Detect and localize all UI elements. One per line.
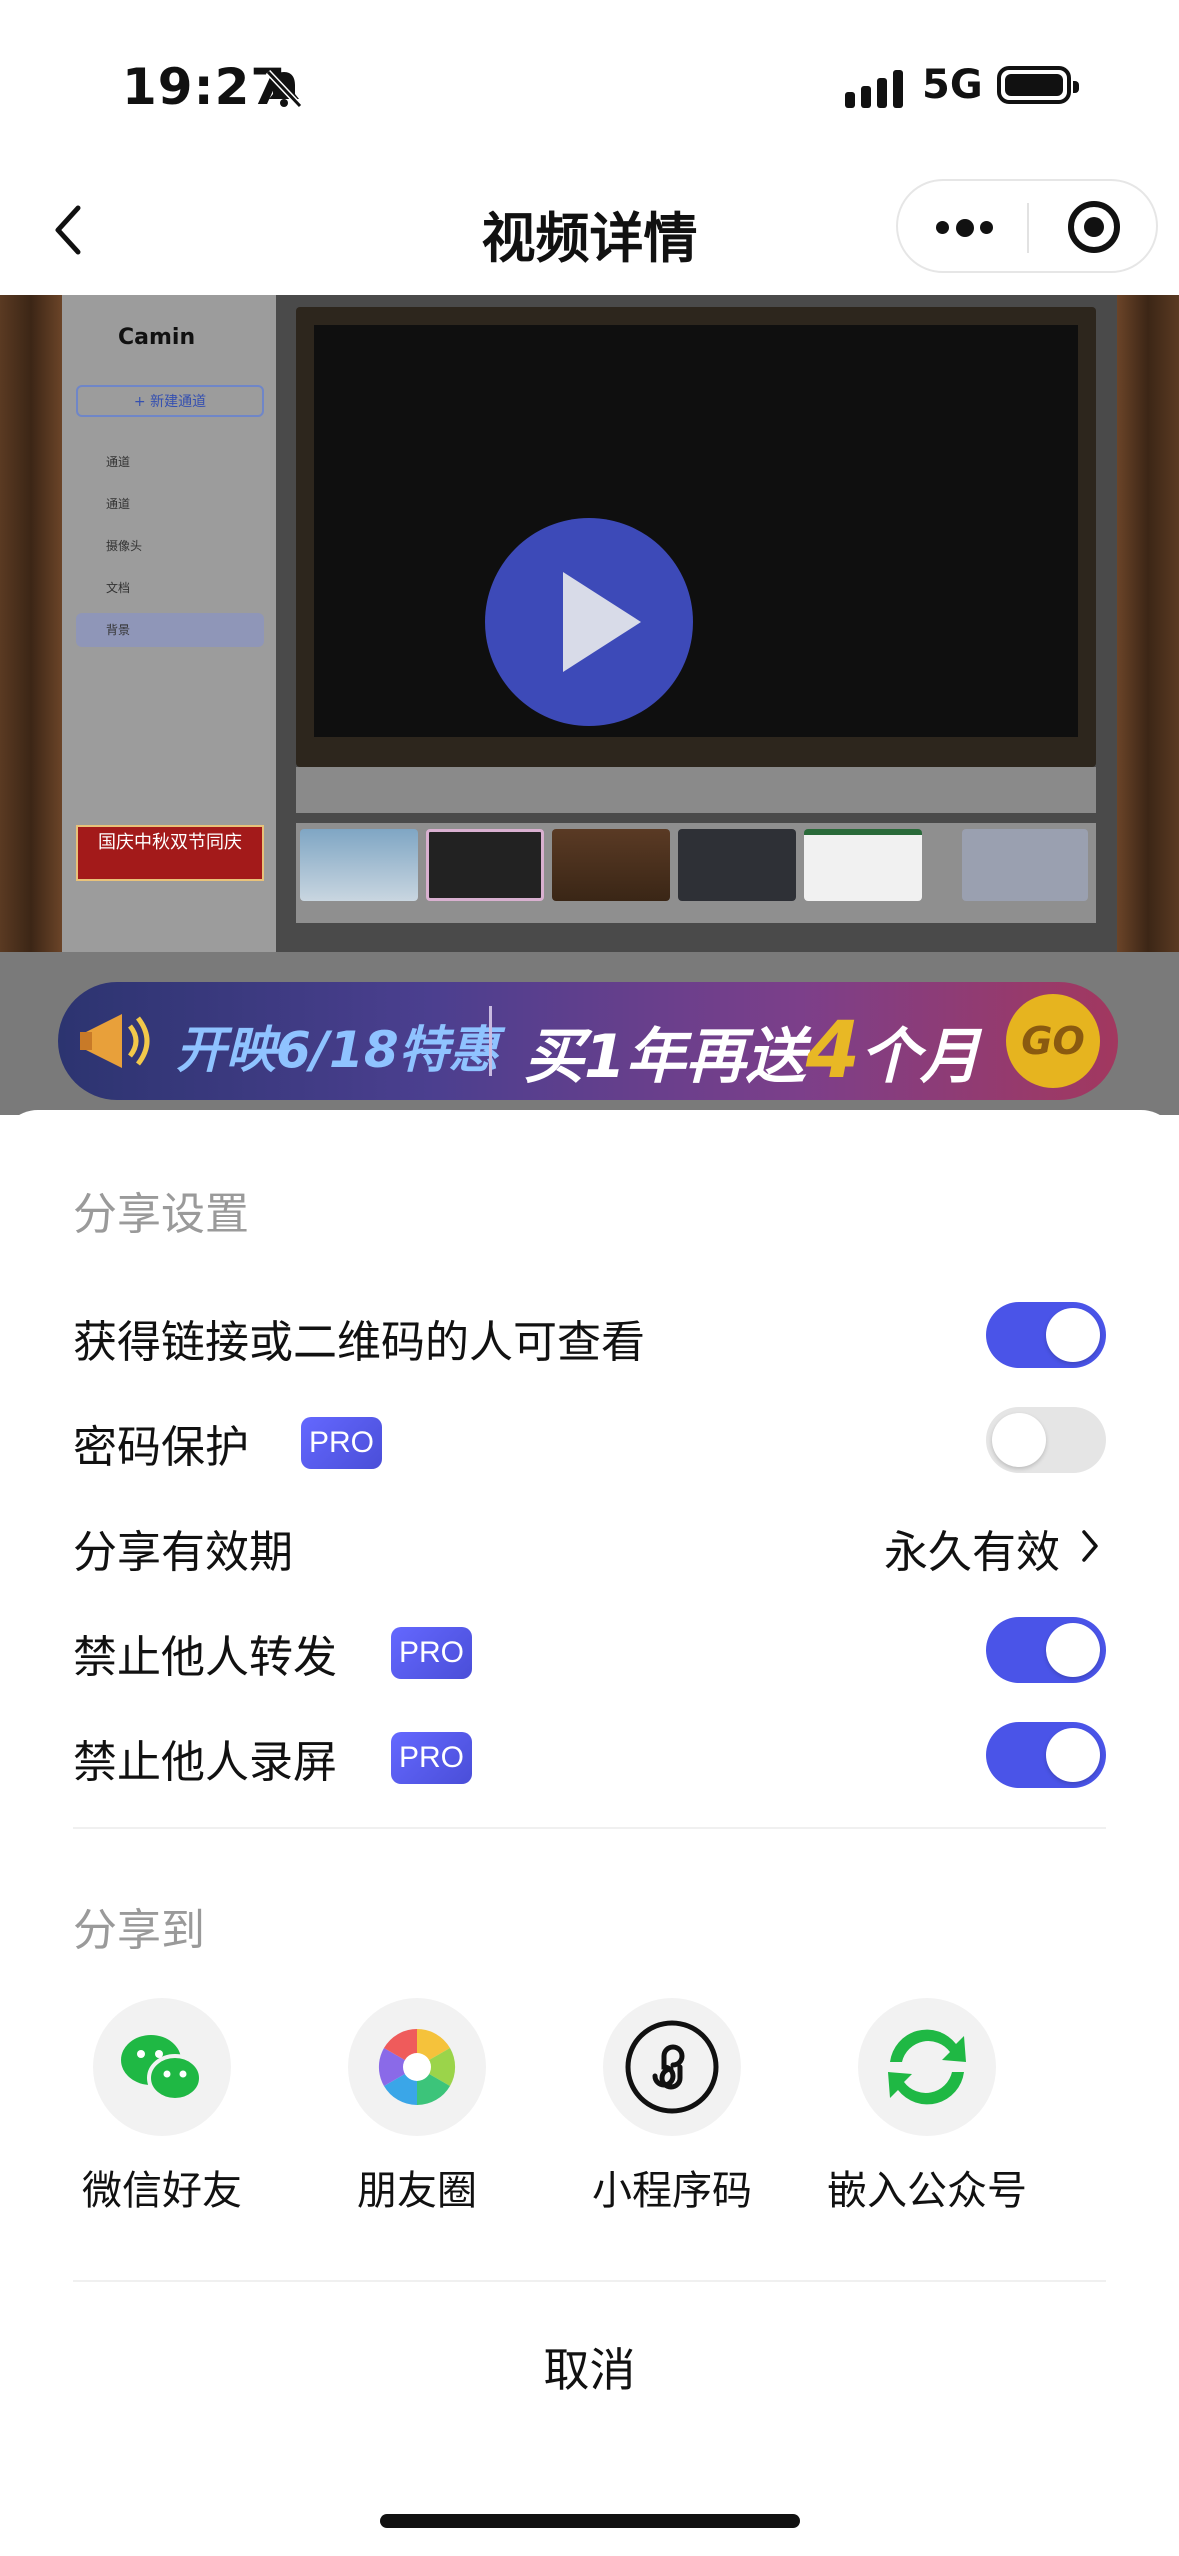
password-label: 密码保护 xyxy=(73,1422,249,1473)
home-indicator xyxy=(380,2514,800,2528)
share-label: 微信好友 xyxy=(82,2168,242,2214)
cancel-button[interactable]: 取消 xyxy=(0,2330,1179,2410)
no-forward-label: 禁止他人转发 xyxy=(73,1632,337,1683)
promo-offer-number: 4 xyxy=(805,1006,861,1096)
battery-icon xyxy=(997,66,1079,104)
no-forward-toggle[interactable] xyxy=(986,1617,1106,1683)
video-frame-logo: Camin xyxy=(118,325,196,350)
share-miniprogram-code[interactable]: 小程序码 xyxy=(562,1998,782,2238)
pro-badge: PRO xyxy=(301,1417,382,1469)
video-frame-item: 通道 xyxy=(106,497,131,511)
close-mini-program-icon[interactable] xyxy=(1068,201,1120,253)
official-account-icon xyxy=(888,2029,966,2105)
no-record-row: 禁止他人录屏 PRO xyxy=(73,1716,1106,1796)
video-frame-banner: 国庆中秋双节同庆 xyxy=(76,825,264,881)
video-frame-item: 背景 xyxy=(76,613,264,647)
validity-label: 分享有效期 xyxy=(73,1527,293,1578)
share-moments[interactable]: 朋友圈 xyxy=(307,1998,527,2238)
no-forward-row: 禁止他人转发 PRO xyxy=(73,1611,1106,1691)
validity-value: 永久有效 xyxy=(884,1527,1060,1578)
pro-badge: PRO xyxy=(391,1627,472,1679)
promo-area: 开映6/18特惠 买1年再送4个月 GO xyxy=(0,952,1179,1115)
wechat-icon xyxy=(121,2035,203,2102)
mini-program-capsule xyxy=(896,179,1158,273)
video-frame-blackboard xyxy=(296,307,1096,767)
promo-offer-pre: 买1年再送 xyxy=(524,1022,806,1092)
link-visible-label: 获得链接或二维码的人可查看 xyxy=(73,1317,645,1368)
share-wechat-friend[interactable]: 微信好友 xyxy=(52,1998,272,2238)
pro-badge: PRO xyxy=(391,1732,472,1784)
chevron-right-icon xyxy=(1082,1530,1098,1562)
video-frame-item: 摄像头 xyxy=(106,539,143,553)
promo-title: 开映6/18特惠 xyxy=(176,1021,499,1079)
promo-banner[interactable]: 开映6/18特惠 买1年再送4个月 GO xyxy=(58,982,1118,1100)
share-settings-title: 分享设置 xyxy=(73,1189,249,1240)
share-label: 朋友圈 xyxy=(357,2168,477,2214)
promo-offer-post: 个月 xyxy=(860,1022,981,1092)
video-frame-toolbar xyxy=(296,767,1096,813)
bell-muted-icon xyxy=(265,69,303,109)
validity-row[interactable]: 分享有效期 永久有效 xyxy=(73,1506,1106,1586)
video-frame-sidebar: Camin + 新建通道 通道 通道 摄像头 文档 背景 国庆中秋双节同庆 xyxy=(62,295,276,952)
miniprogram-icon xyxy=(625,2020,719,2114)
share-label: 嵌入公众号 xyxy=(827,2168,1027,2214)
share-to-title: 分享到 xyxy=(73,1905,205,1956)
password-toggle[interactable] xyxy=(986,1407,1106,1473)
megaphone-icon xyxy=(80,1014,150,1068)
more-icon[interactable] xyxy=(936,217,996,239)
link-visible-row: 获得链接或二维码的人可查看 xyxy=(73,1296,1106,1376)
password-row: 密码保护 PRO xyxy=(73,1401,1106,1481)
video-frame-thumbnails xyxy=(296,823,1096,923)
video-frame-item: 文档 xyxy=(106,581,131,595)
play-button[interactable] xyxy=(485,518,693,726)
promo-go-button[interactable]: GO xyxy=(1006,994,1100,1088)
video-frame-item: 通道 xyxy=(106,455,131,469)
no-record-toggle[interactable] xyxy=(986,1722,1106,1788)
signal-icon xyxy=(845,68,907,108)
share-label: 小程序码 xyxy=(592,2168,752,2214)
video-frame-new-button: + 新建通道 xyxy=(76,385,264,417)
no-record-label: 禁止他人录屏 xyxy=(73,1737,337,1788)
link-visible-toggle[interactable] xyxy=(986,1302,1106,1368)
play-icon xyxy=(563,572,641,672)
share-official-account[interactable]: 嵌入公众号 xyxy=(817,1998,1037,2238)
promo-offer: 买1年再送4个月 xyxy=(524,1006,980,1096)
moments-icon xyxy=(378,2028,456,2105)
network-type: 5G xyxy=(922,62,983,108)
